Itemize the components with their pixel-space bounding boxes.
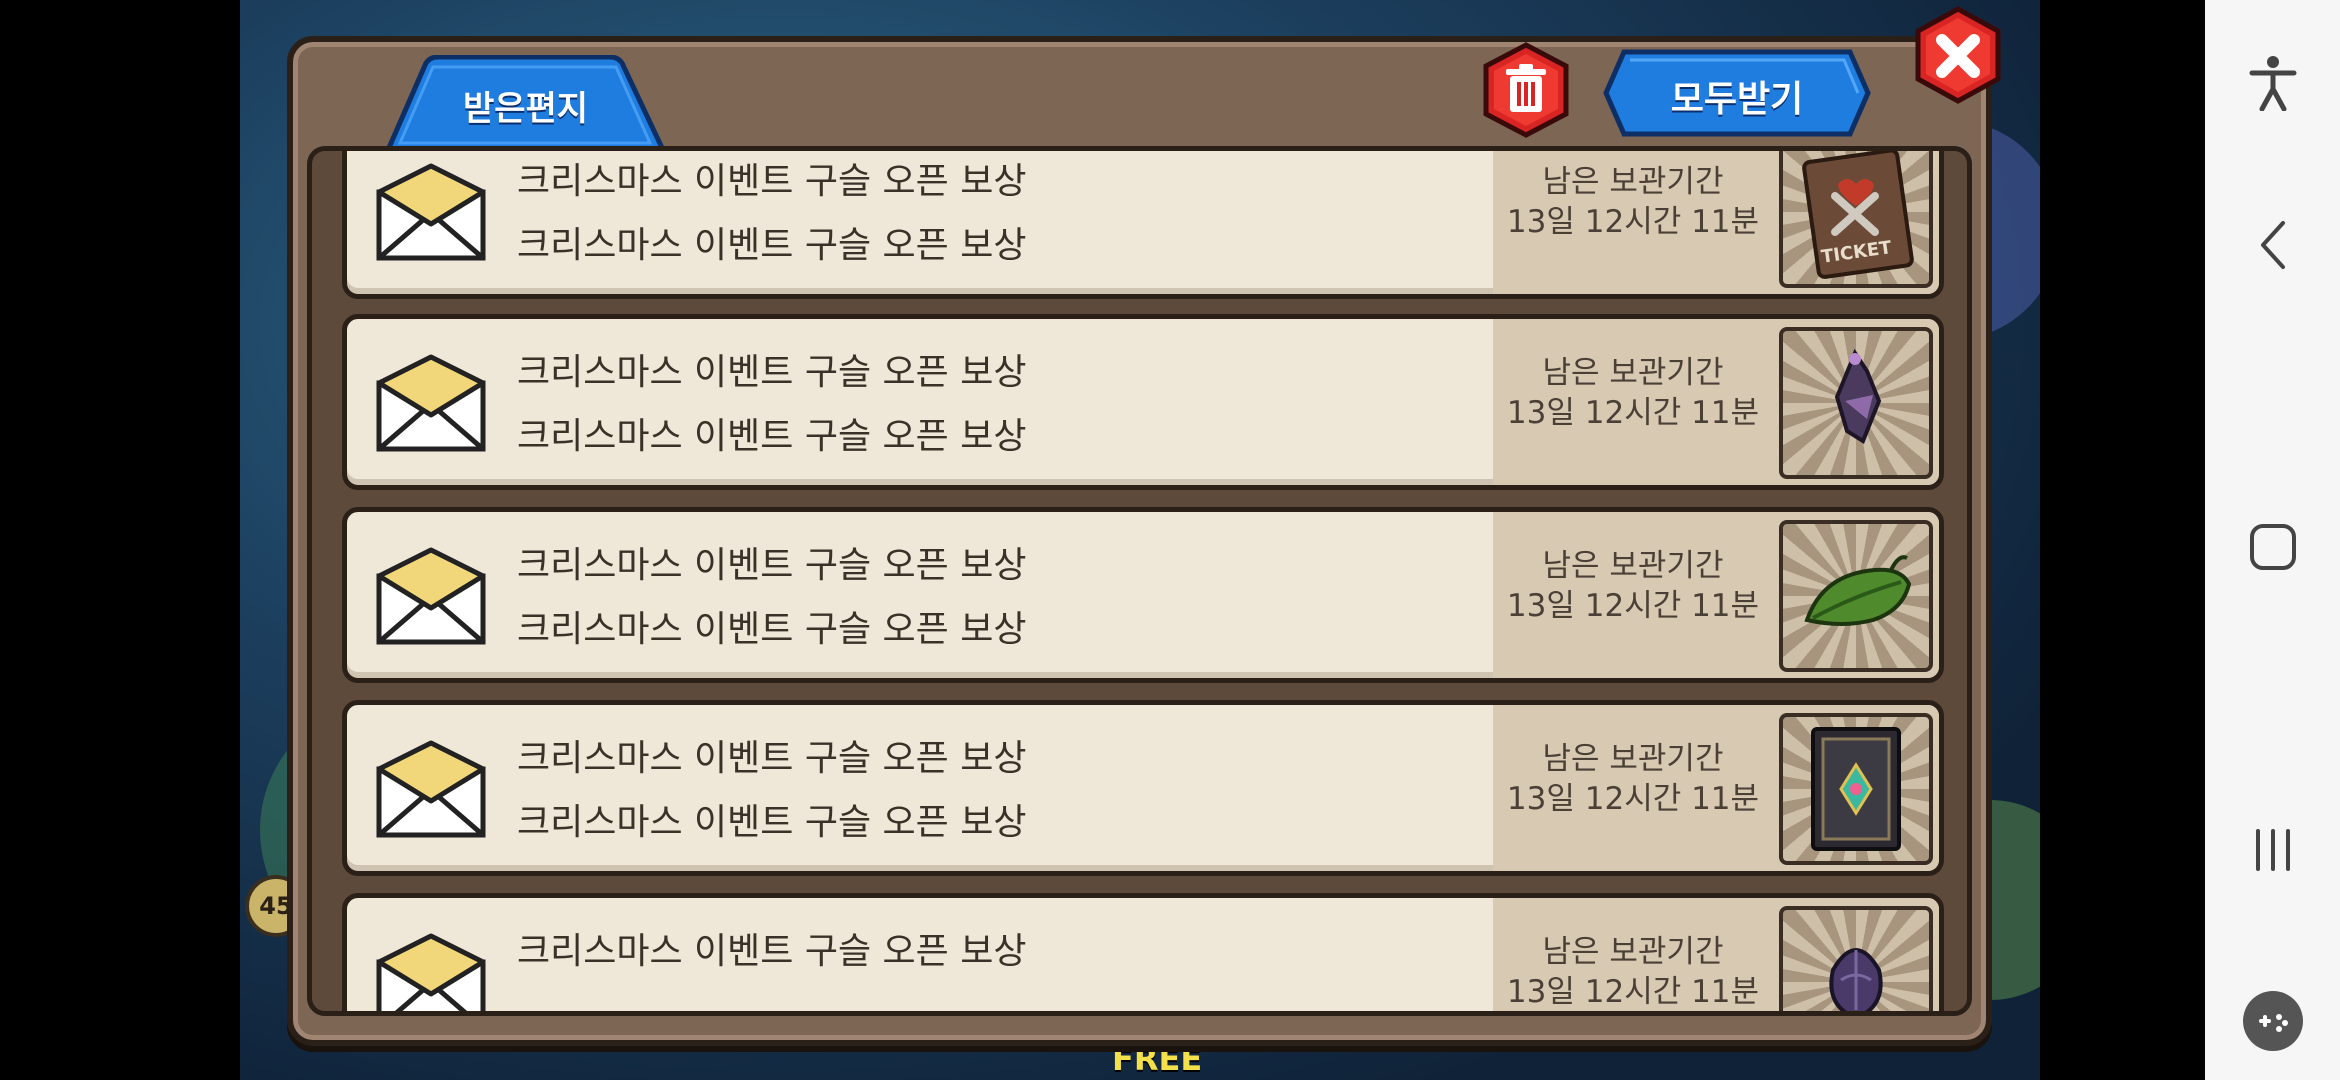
envelope-icon — [376, 933, 486, 1011]
expiry-time: 13일 12시간 11분 — [1506, 781, 1760, 817]
leaf-icon — [1804, 555, 1912, 626]
envelope-icon — [376, 740, 486, 838]
mail-row[interactable]: 크리스마스 이벤트 구슬 오픈 보상 크리스마스 이벤트 구슬 오픈 보상 남은… — [342, 700, 1944, 876]
reward-item[interactable] — [1779, 906, 1933, 1011]
expiry-time: 13일 12시간 11분 — [1506, 395, 1760, 431]
expiry-label: 남은 보관기간 — [1542, 355, 1724, 391]
envelope-icon — [376, 163, 486, 261]
game-tools-button[interactable] — [2205, 966, 2340, 1076]
mail-row[interactable]: 크리스마스 이벤트 구슬 오픈 보상 남은 보관기간 13일 12시간 11분 — [342, 893, 1944, 1011]
close-button[interactable] — [1912, 6, 2004, 104]
close-icon — [1915, 6, 2001, 104]
expiry-time: 13일 12시간 11분 — [1506, 588, 1760, 624]
receive-all-label: 모두받기 — [1670, 79, 1804, 120]
game-tools-icon — [2242, 991, 2303, 1051]
mail-title: 크리스마스 이벤트 구슬 오픈 보상 — [517, 931, 1027, 972]
accessibility-icon — [2249, 56, 2296, 111]
mail-row[interactable]: 크리스마스 이벤트 구슬 오픈 보상 크리스마스 이벤트 구슬 오픈 보상 남은… — [342, 151, 1944, 299]
mail-title: 크리스마스 이벤트 구슬 오픈 보상 — [517, 545, 1027, 586]
expiry-label: 남은 보관기간 — [1542, 934, 1724, 970]
mail-subtitle: 크리스마스 이벤트 구슬 오픈 보상 — [517, 225, 1027, 266]
expiry-label: 남은 보관기간 — [1542, 741, 1724, 777]
reward-item[interactable] — [1779, 327, 1933, 479]
mail-title: 크리스마스 이벤트 구슬 오픈 보상 — [517, 352, 1027, 393]
expiry-time: 13일 12시간 11분 — [1506, 204, 1760, 240]
mail-title: 크리스마스 이벤트 구슬 오픈 보상 — [517, 738, 1027, 779]
expiry-time: 13일 12시간 11분 — [1506, 974, 1760, 1010]
expiry-label: 남은 보관기간 — [1542, 164, 1724, 200]
receive-all-button[interactable]: 모두받기 — [1602, 48, 1872, 138]
mail-row[interactable]: 크리스마스 이벤트 구슬 오픈 보상 크리스마스 이벤트 구슬 오픈 보상 남은… — [342, 314, 1944, 490]
reward-item[interactable] — [1779, 713, 1933, 865]
expiry-label: 남은 보관기간 — [1542, 548, 1724, 584]
tab-received-mail[interactable]: 받은편지 — [378, 55, 673, 150]
reward-item[interactable] — [1779, 520, 1933, 672]
back-icon — [2260, 221, 2285, 269]
mail-list[interactable]: 크리스마스 이벤트 구슬 오픈 보상 크리스마스 이벤트 구슬 오픈 보상 남은… — [307, 146, 1972, 1016]
envelope-icon — [376, 354, 486, 452]
envelope-icon — [376, 547, 486, 645]
tab-label: 받은편지 — [462, 89, 589, 129]
home-button[interactable] — [2205, 492, 2340, 602]
recents-icon — [2255, 829, 2290, 871]
system-navbar — [2205, 0, 2340, 1080]
recents-button[interactable] — [2205, 795, 2340, 905]
card-icon — [1811, 727, 1901, 851]
mail-row[interactable]: 크리스마스 이벤트 구슬 오픈 보상 크리스마스 이벤트 구슬 오픈 보상 남은… — [342, 507, 1944, 683]
home-icon — [2249, 524, 2296, 570]
ticket-icon: TICKET — [1802, 151, 1914, 279]
delete-button[interactable] — [1480, 42, 1572, 138]
seed-icon — [1829, 948, 1883, 1011]
trash-icon — [1483, 42, 1569, 138]
potion-icon — [1834, 348, 1882, 444]
mail-subtitle: 크리스마스 이벤트 구슬 오픈 보상 — [517, 416, 1027, 457]
mail-subtitle: 크리스마스 이벤트 구슬 오픈 보상 — [517, 609, 1027, 650]
back-button[interactable] — [2205, 190, 2340, 300]
reward-item[interactable]: TICKET — [1779, 151, 1933, 288]
mail-subtitle: 크리스마스 이벤트 구슬 오픈 보상 — [517, 802, 1027, 843]
accessibility-button[interactable] — [2205, 28, 2340, 138]
mail-title: 크리스마스 이벤트 구슬 오픈 보상 — [517, 161, 1027, 202]
